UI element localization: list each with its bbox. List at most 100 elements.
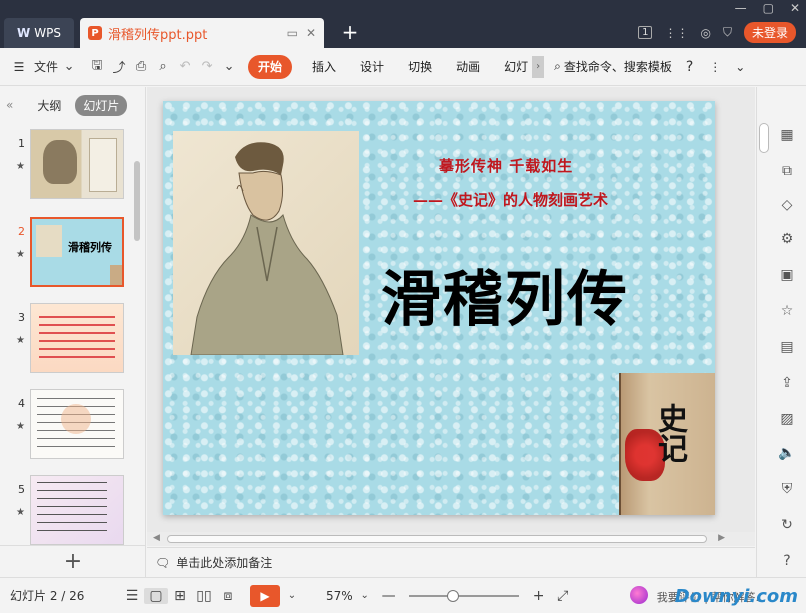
fit-window-icon[interactable]: ⤢ xyxy=(551,588,575,604)
tab-slides[interactable]: 幻灯片 xyxy=(75,94,128,116)
wps-home-tab[interactable]: W WPS xyxy=(4,18,74,48)
print-preview-icon[interactable]: ⌕ xyxy=(152,55,174,79)
page-badge[interactable]: 1 xyxy=(638,26,653,39)
normal-view-icon[interactable]: ▢ xyxy=(144,587,168,604)
slide-thumbnail[interactable]: 5 ★ xyxy=(0,469,146,545)
search-command-label: 查找命令、搜索模板 xyxy=(563,60,672,74)
thumbnail-list: 1 ★ 2 ★ 滑稽列传 3 ★ 4 ★ 5 ★ xyxy=(0,123,146,547)
star-outline-icon[interactable]: ☆ xyxy=(777,301,797,321)
settings-slider-icon[interactable]: ⚙ xyxy=(777,229,797,249)
star-icon: ★ xyxy=(16,161,25,172)
zoom-slider-knob[interactable] xyxy=(446,589,459,602)
star-icon: ★ xyxy=(16,335,25,346)
menu-icon[interactable]: ☰ xyxy=(8,55,30,79)
book-shape xyxy=(110,265,122,285)
sima-qian-portrait-icon xyxy=(190,142,344,356)
zoom-in-icon[interactable]: + xyxy=(527,588,551,604)
image-icon[interactable]: ▨ xyxy=(777,409,797,429)
thumbnail-scrollbar[interactable] xyxy=(134,161,140,241)
title-right-group: 1 ⋮⋮ ◎ ⛉ 未登录 xyxy=(638,22,796,43)
picture-frame-icon[interactable]: ▣ xyxy=(777,265,797,285)
slide-subtitle-1[interactable]: 摹形传神 千载如生 xyxy=(439,155,573,176)
copy-icon[interactable]: ⧉ xyxy=(777,161,797,181)
wps-home-label: WPS xyxy=(34,26,61,40)
play-options-icon[interactable]: ⌄ xyxy=(280,590,304,601)
chevron-down-icon[interactable]: ⌄ xyxy=(58,55,80,79)
notes-bar[interactable]: 🗨 单击此处添加备注 xyxy=(147,547,755,577)
tab-slideshow[interactable]: 幻灯 xyxy=(492,55,532,79)
print-icon[interactable]: ⎙ xyxy=(130,55,152,79)
undo-icon[interactable]: ↶ xyxy=(174,55,196,79)
skin-icon[interactable]: ◎ xyxy=(700,26,710,40)
notes-placeholder[interactable]: 单击此处添加备注 xyxy=(176,554,272,571)
file-menu[interactable]: 文件 xyxy=(34,55,58,79)
slide-thumbnail[interactable]: 1 ★ xyxy=(0,123,146,199)
wps-logo-icon: W xyxy=(17,26,31,40)
search-command[interactable]: ⌕ 查找命令、搜索模板 xyxy=(554,55,672,79)
slide-thumbnail-selected[interactable]: 2 ★ 滑稽列传 xyxy=(0,211,146,287)
shiji-book-image[interactable]: 史记 xyxy=(619,373,715,515)
slide-canvas[interactable]: 摹形传神 千载如生 ——《史记》的人物刻画艺术 滑稽列传 史记 xyxy=(163,101,715,515)
minimize-icon[interactable]: — xyxy=(735,1,747,15)
main-toolbar: ☰ 文件 ⌄ 🖫 ⤴ ⎙ ⌕ ↶ ↷ ⌄ 开始 插入 设计 切换 动画 幻灯 ›… xyxy=(0,48,806,86)
status-bar: 幻灯片 2 / 26 ☰ ▢ ⊞ ▯▯ ⧈ ▶ ⌄ 57% ⌄ — + ⤢ 我要… xyxy=(0,577,806,613)
decoration-shape xyxy=(61,404,91,434)
shield-icon[interactable]: ⛨ xyxy=(777,479,797,499)
help-icon[interactable]: ? xyxy=(686,55,693,79)
reading-view-icon[interactable]: ▯▯ xyxy=(192,588,216,604)
zoom-menu-icon[interactable]: ⌄ xyxy=(353,590,377,601)
zoom-slider[interactable] xyxy=(408,589,519,602)
help-circle-icon[interactable]: ? xyxy=(777,551,797,571)
horizontal-scrollbar[interactable]: ◀ ▶ xyxy=(147,532,755,546)
text-lines xyxy=(39,316,115,318)
title-bar: W WPS P 滑稽列传ppt.ppt ▭ ✕ + — ▢ ✕ 1 ⋮⋮ ◎ ⛉… xyxy=(0,0,806,48)
document-tab[interactable]: P 滑稽列传ppt.ppt ▭ ✕ xyxy=(80,18,324,48)
collapse-panel-icon[interactable]: « xyxy=(6,98,13,112)
tabs-scroll-right-icon[interactable]: › xyxy=(532,55,545,78)
close-tab-icon[interactable]: ✕ xyxy=(306,26,316,40)
grid-icon[interactable]: ⋮⋮ xyxy=(664,26,688,40)
export-icon[interactable]: ⤴ xyxy=(108,55,130,79)
tab-outline[interactable]: 大纲 xyxy=(29,95,69,116)
sorter-view-icon[interactable]: ⊞ xyxy=(168,588,192,604)
slide-title[interactable]: 滑稽列传 xyxy=(381,251,629,338)
more-icon[interactable]: ⋮ xyxy=(709,55,721,79)
star-icon: ★ xyxy=(16,507,25,518)
shirt-icon[interactable]: ⛉ xyxy=(723,25,732,40)
design-icon[interactable]: ▦ xyxy=(777,125,797,145)
portrait-shape xyxy=(43,140,77,184)
maximize-icon[interactable]: ▢ xyxy=(763,1,774,15)
zoom-value[interactable]: 57% xyxy=(326,589,353,603)
audio-icon[interactable]: 🔈 xyxy=(777,443,797,463)
tab-animation[interactable]: 动画 xyxy=(444,55,492,79)
zoom-out-icon[interactable]: — xyxy=(377,588,401,604)
save-icon[interactable]: 🖫 xyxy=(86,55,108,79)
tab-design[interactable]: 设计 xyxy=(348,55,396,79)
collapse-ribbon-icon[interactable]: ⌄ xyxy=(735,55,745,79)
slide-thumbnail[interactable]: 3 ★ xyxy=(0,297,146,373)
new-tab-icon[interactable]: + xyxy=(338,20,362,44)
more-quick-icon[interactable]: ⌄ xyxy=(218,55,240,79)
share-icon[interactable]: ⇪ xyxy=(777,373,797,393)
tab-transition[interactable]: 切换 xyxy=(396,55,444,79)
scroll-left-icon[interactable]: ◀ xyxy=(153,533,160,543)
shape-icon[interactable]: ◇ xyxy=(777,195,797,215)
slide-thumbnail[interactable]: 4 ★ xyxy=(0,383,146,459)
close-window-icon[interactable]: ✕ xyxy=(790,1,800,15)
scroll-right-icon[interactable]: ▶ xyxy=(718,533,725,543)
play-slideshow-button[interactable]: ▶ xyxy=(250,584,280,607)
tab-home[interactable]: 开始 xyxy=(248,54,293,79)
login-button[interactable]: 未登录 xyxy=(743,22,796,43)
history-icon[interactable]: ↻ xyxy=(777,515,797,535)
horizontal-scroll-thumb[interactable] xyxy=(167,535,707,543)
redo-icon[interactable]: ↷ xyxy=(196,55,218,79)
slide-subtitle-2[interactable]: ——《史记》的人物刻画艺术 xyxy=(413,189,608,210)
tab-insert[interactable]: 插入 xyxy=(300,55,348,79)
tab-window-icon[interactable]: ▭ xyxy=(287,26,298,40)
archive-icon[interactable]: ▤ xyxy=(777,337,797,357)
portrait-image[interactable] xyxy=(173,131,359,356)
presenter-icon[interactable]: ⧈ xyxy=(216,588,240,604)
add-slide-button[interactable]: + xyxy=(0,545,146,577)
notes-toggle-icon[interactable]: ☰ xyxy=(120,588,144,604)
vertical-scrollbar[interactable] xyxy=(759,123,769,153)
